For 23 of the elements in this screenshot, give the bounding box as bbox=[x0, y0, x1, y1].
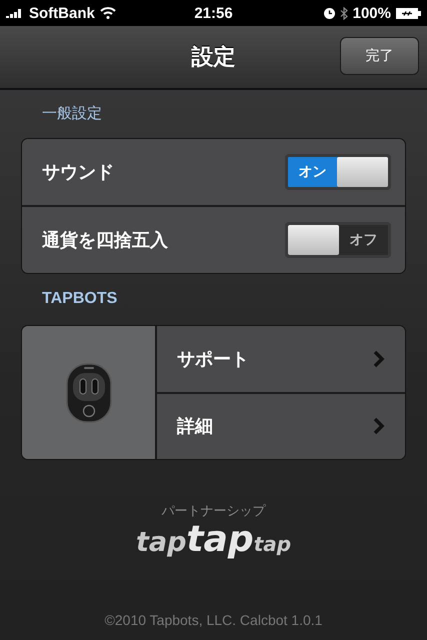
carrier-name: SoftBank bbox=[29, 4, 95, 22]
chevron-icon bbox=[373, 417, 385, 436]
setting-label: サウンド bbox=[42, 161, 114, 184]
section-header: 一般設定 bbox=[42, 104, 102, 123]
nav-title: 設定 bbox=[192, 44, 236, 72]
partnership-caption: パートナーシップ bbox=[162, 503, 266, 520]
battery-icon bbox=[396, 8, 421, 18]
clock-time: 21:56 bbox=[194, 4, 233, 22]
toggle-switch[interactable]: オン bbox=[285, 154, 391, 190]
signal-icon bbox=[6, 8, 24, 18]
menu-item[interactable]: 詳細 bbox=[157, 392, 405, 459]
wifi-icon bbox=[100, 7, 116, 19]
chevron-icon bbox=[373, 350, 385, 368]
robot-icon bbox=[66, 362, 112, 422]
partner-logo: taptaptap bbox=[136, 522, 292, 558]
done-button[interactable]: 完了 bbox=[340, 37, 419, 75]
section-header: TAPBOTS bbox=[42, 290, 118, 308]
setting-label: 通貨を四捨五入 bbox=[42, 229, 168, 252]
battery-percent: 100% bbox=[352, 4, 391, 22]
copyright-text: ©2010 Tapbots, LLC. Calcbot 1.0.1 bbox=[104, 612, 324, 628]
bluetooth-icon bbox=[340, 6, 348, 20]
toggle-switch[interactable]: オフ bbox=[285, 222, 391, 258]
clock-icon bbox=[324, 8, 335, 18]
